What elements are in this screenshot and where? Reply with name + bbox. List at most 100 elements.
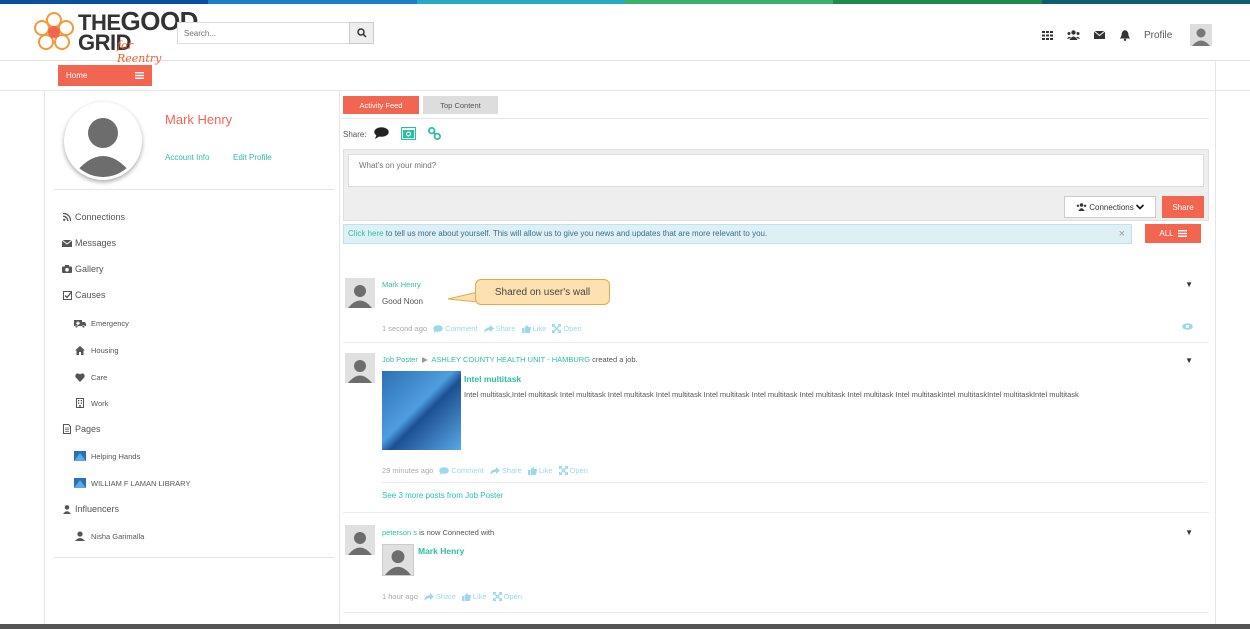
envelope-icon[interactable] [1092, 28, 1106, 42]
post-author-link[interactable]: peterson s [382, 528, 417, 537]
link-icon[interactable] [427, 126, 442, 140]
apps-grid-icon[interactable] [1040, 28, 1054, 42]
post-verb: is now Connected with [417, 528, 495, 537]
job-title-link[interactable]: Intel multitask [464, 374, 521, 384]
search-input[interactable] [177, 22, 349, 44]
photo-icon[interactable] [401, 126, 416, 140]
share-action[interactable]: Share [483, 324, 516, 333]
user-icon [62, 504, 72, 514]
user-silhouette-icon [348, 532, 372, 555]
users-icon[interactable] [1066, 28, 1080, 42]
comment-bubble-icon[interactable] [374, 126, 389, 140]
share-label: Share: [343, 130, 367, 139]
sidebar-item-label: Housing [91, 345, 119, 355]
sidebar-divider [54, 557, 334, 558]
sidebar-item-messages[interactable]: Messages [62, 238, 116, 248]
header-icons: Profile [1040, 24, 1213, 46]
expand-icon [492, 592, 502, 601]
connected-user-avatar[interactable] [382, 544, 414, 576]
post-author-link[interactable]: Mark Henry [382, 280, 421, 289]
file-icon [62, 424, 72, 434]
user-silhouette-icon [348, 285, 372, 308]
sidebar-item-influencers[interactable]: Influencers [62, 504, 119, 514]
share-action[interactable]: Share [489, 466, 522, 475]
share-action[interactable]: Share [423, 592, 456, 601]
post-target-link[interactable]: ASHLEY COUNTY HEALTH UNIT - HAMBURG [431, 355, 590, 364]
logo[interactable]: THEGOOD GRID for Reentry [32, 8, 198, 65]
open-action[interactable]: Open [552, 324, 582, 333]
profile-user-name[interactable]: Mark Henry [165, 112, 232, 127]
see-more-posts-link[interactable]: See 3 more posts from Job Poster [382, 491, 503, 500]
close-icon[interactable]: × [1119, 228, 1125, 240]
sidebar-item-emergency[interactable]: Emergency [74, 318, 129, 328]
post-author-avatar[interactable] [345, 353, 375, 383]
list-icon [1177, 230, 1187, 237]
post-timestamp: 1 hour ago [382, 592, 418, 601]
open-action[interactable]: Open [492, 592, 522, 601]
sidebar-item-label: Work [91, 398, 109, 408]
sidebar-item-housing[interactable]: Housing [74, 345, 119, 355]
post-composer: Connections Share [343, 149, 1209, 221]
search-button[interactable] [349, 22, 374, 44]
camera-icon [62, 265, 72, 274]
checkbox-icon [62, 290, 72, 300]
sidebar-item-causes[interactable]: Causes [62, 290, 106, 300]
post-timestamp: 29 minutes ago [382, 466, 434, 475]
post-divider [343, 342, 1209, 343]
comment-action[interactable]: Comment [433, 324, 478, 333]
home-menu-button[interactable]: Home [58, 65, 152, 86]
search-bar [177, 22, 374, 44]
job-thumbnail[interactable] [382, 371, 461, 450]
thumbs-up-icon [527, 466, 537, 475]
sidebar-item-care[interactable]: Care [74, 372, 107, 382]
share-arrow-icon [489, 466, 500, 475]
tab-activity-feed[interactable]: Activity Feed [343, 96, 419, 114]
header-avatar[interactable] [1190, 24, 1213, 46]
shared-on-wall-callout: Shared on user's wall [475, 279, 610, 305]
open-action[interactable]: Open [558, 466, 588, 475]
sidebar-item-laman-library[interactable]: WILLIAM F LAMAN LIBRARY [74, 478, 190, 488]
right-column-border [1215, 61, 1216, 629]
sidebar-item-pages[interactable]: Pages [62, 424, 101, 434]
connections-visibility-dropdown[interactable]: Connections [1064, 196, 1156, 218]
profile-picture[interactable] [64, 102, 142, 180]
post-options-caret-icon[interactable]: ▼ [1185, 356, 1193, 365]
like-action[interactable]: Like [527, 466, 553, 475]
status-textarea[interactable] [348, 154, 1204, 187]
post-author-link[interactable]: Job Poster [382, 355, 418, 364]
account-info-link[interactable]: Account Info [165, 153, 209, 162]
sidebar-item-nisha-garimalla[interactable]: Nisha Garimalla [74, 531, 144, 541]
sidebar-item-connections[interactable]: Connections [62, 212, 125, 222]
bell-icon[interactable] [1118, 28, 1132, 42]
edit-profile-link[interactable]: Edit Profile [233, 153, 272, 162]
user-silhouette-icon [348, 360, 372, 383]
like-action[interactable]: Like [521, 324, 546, 333]
post-options-caret-icon[interactable]: ▼ [1185, 280, 1193, 289]
share-arrow-icon [423, 592, 434, 601]
thumbs-up-icon [521, 324, 531, 333]
middle-column-border [339, 91, 340, 629]
sidebar-item-work[interactable]: Work [74, 398, 108, 408]
chevron-down-icon [1135, 204, 1144, 210]
sidebar-item-label: Helping Hands [91, 451, 141, 461]
post-author-avatar[interactable] [345, 525, 375, 555]
post-author-avatar[interactable] [345, 278, 375, 308]
post-meta: 1 second ago Comment Share Like Open [382, 324, 582, 333]
post-options-caret-icon[interactable]: ▼ [1185, 528, 1193, 537]
connected-user-name[interactable]: Mark Henry [418, 546, 464, 556]
post-divider [343, 612, 1209, 613]
click-here-link[interactable]: Click here [348, 229, 384, 238]
building-icon [74, 398, 86, 408]
like-action[interactable]: Like [461, 592, 487, 601]
profile-link[interactable]: Profile [1144, 30, 1172, 41]
sidebar-item-helping-hands[interactable]: Helping Hands [74, 451, 140, 461]
comment-icon [433, 324, 443, 333]
filter-all-button[interactable]: ALL [1145, 224, 1201, 243]
sidebar-item-label: Emergency [91, 318, 129, 328]
comment-action[interactable]: Comment [439, 466, 484, 475]
tab-top-content[interactable]: Top Content [423, 96, 498, 114]
subnav-bar: Home [0, 61, 1250, 91]
post-meta: 29 minutes ago Comment Share Like Open [382, 466, 588, 475]
share-button[interactable]: Share [1162, 196, 1204, 218]
sidebar-item-gallery[interactable]: Gallery [62, 264, 104, 274]
